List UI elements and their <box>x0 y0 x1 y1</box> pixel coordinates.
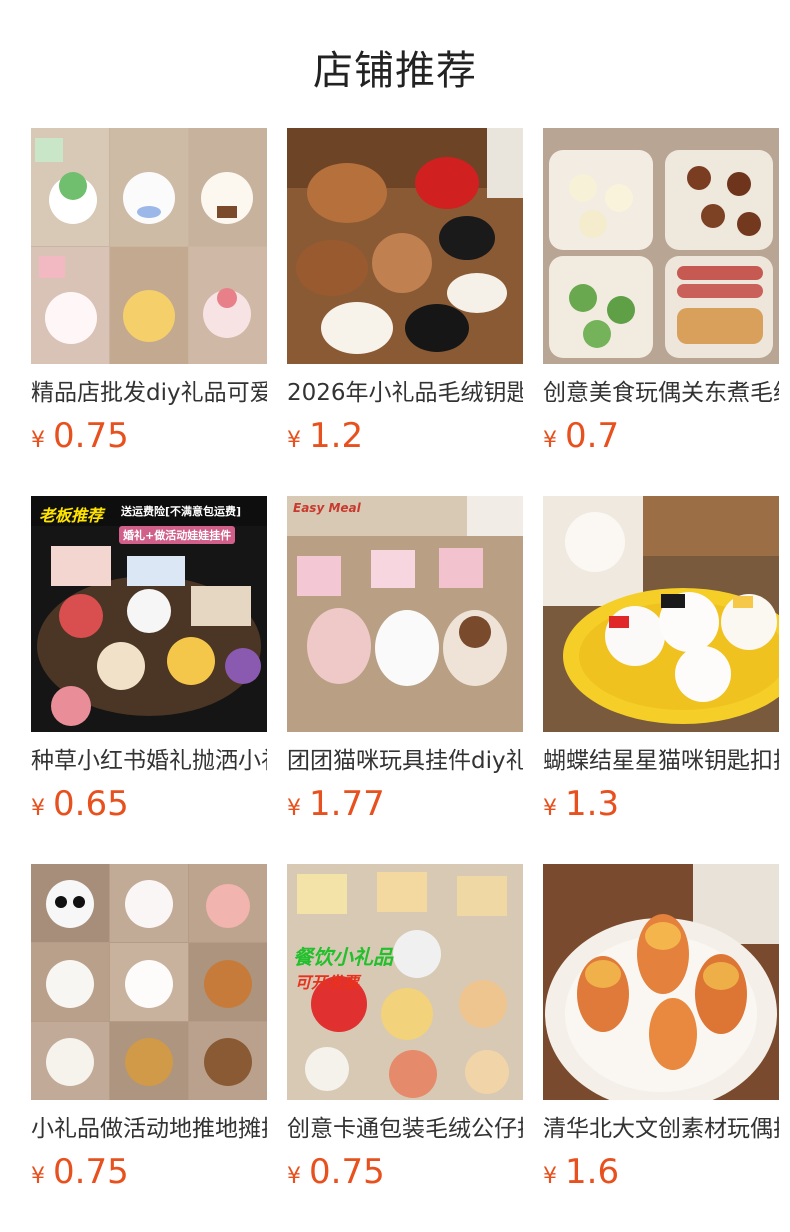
price-value: 0.75 <box>53 1152 129 1192</box>
product-name[interactable]: 2026年小礼品毛绒钥匙扣挂件 <box>287 378 523 408</box>
product-card[interactable]: 餐饮小礼品 可开发票 创意卡通包装毛绒公仔挂件 ¥0.75 <box>287 864 523 1232</box>
product-price: ¥0.75 <box>287 1152 523 1198</box>
product-name[interactable]: 清华北大文创素材玩偶挂件 <box>543 1114 779 1144</box>
product-price: ¥0.75 <box>31 416 267 462</box>
price-value: 0.7 <box>565 416 620 456</box>
product-image[interactable] <box>287 128 523 364</box>
price-value: 1.3 <box>565 784 620 824</box>
product-card[interactable]: 小礼品做活动地推地摊挂件 ¥0.75 <box>31 864 267 1232</box>
sign-text: Easy Meal <box>293 501 361 515</box>
product-price: ¥1.3 <box>543 784 779 830</box>
product-price: ¥1.2 <box>287 416 523 462</box>
product-image[interactable]: 老板推荐 送运费险[不满意包运费] 婚礼+做活动娃娃挂件 <box>31 496 267 732</box>
product-card[interactable]: 精品店批发diy礼品可爱毛绒挂件 ¥0.75 <box>31 128 267 496</box>
product-card[interactable]: 老板推荐 送运费险[不满意包运费] 婚礼+做活动娃娃挂件 种草小红书婚礼抛洒小礼… <box>31 496 267 864</box>
product-name[interactable]: 团团猫咪玩具挂件diy礼品 <box>287 746 523 776</box>
currency-symbol: ¥ <box>543 1164 557 1189</box>
currency-symbol: ¥ <box>31 428 45 453</box>
promo-badge-shipping-insurance: 送运费险[不满意包运费] <box>121 505 242 518</box>
promo-badge-wedding: 婚礼+做活动娃娃挂件 <box>119 526 236 544</box>
product-price: ¥0.65 <box>31 784 267 830</box>
price-value: 0.75 <box>309 1152 385 1192</box>
product-card[interactable]: Easy Meal 团团猫咪玩具挂件diy礼品 ¥1.77 <box>287 496 523 864</box>
product-name[interactable]: 蝴蝶结星星猫咪钥匙扣挂件 <box>543 746 779 776</box>
product-grid: 精品店批发diy礼品可爱毛绒挂件 ¥0.75 <box>31 128 779 1232</box>
price-value: 1.6 <box>565 1152 620 1192</box>
currency-symbol: ¥ <box>31 1164 45 1189</box>
product-price: ¥0.75 <box>31 1152 267 1198</box>
product-name[interactable]: 创意美食玩偶关东煮毛绒挂件 <box>543 378 779 408</box>
price-value: 1.77 <box>309 784 385 824</box>
currency-symbol: ¥ <box>31 796 45 821</box>
currency-symbol: ¥ <box>287 1164 301 1189</box>
product-price: ¥1.77 <box>287 784 523 830</box>
promo-badge-gift: 餐饮小礼品 <box>293 945 393 969</box>
product-card[interactable]: 创意美食玩偶关东煮毛绒挂件 ¥0.7 <box>543 128 779 496</box>
promo-badge-invoice: 可开发票 <box>295 973 360 992</box>
price-value: 0.75 <box>53 416 129 456</box>
product-card[interactable]: 2026年小礼品毛绒钥匙扣挂件 ¥1.2 <box>287 128 523 496</box>
promo-badge-boss-recommend: 老板推荐 <box>39 506 104 525</box>
product-image[interactable]: Easy Meal <box>287 496 523 732</box>
section-title: 店铺推荐 <box>313 48 477 94</box>
price-value: 0.65 <box>53 784 129 824</box>
product-name[interactable]: 小礼品做活动地推地摊挂件 <box>31 1114 267 1144</box>
product-card[interactable]: 蝴蝶结星星猫咪钥匙扣挂件 ¥1.3 <box>543 496 779 864</box>
product-image[interactable] <box>31 864 267 1100</box>
product-name[interactable]: 创意卡通包装毛绒公仔挂件 <box>287 1114 523 1144</box>
product-name[interactable]: 种草小红书婚礼抛洒小礼品挂件 <box>31 746 267 776</box>
store-recommendation-page: 店铺推荐 精品店批发diy礼品可爱 ¥ 0.75 2026年小礼品毛绒钥匙 ¥ … <box>0 0 790 1232</box>
currency-symbol: ¥ <box>287 428 301 453</box>
currency-symbol: ¥ <box>287 796 301 821</box>
price-value: 1.2 <box>309 416 364 456</box>
product-price: ¥1.6 <box>543 1152 779 1198</box>
product-image[interactable]: 餐饮小礼品 可开发票 <box>287 864 523 1100</box>
product-image[interactable] <box>543 496 779 732</box>
product-image[interactable] <box>543 128 779 364</box>
currency-symbol: ¥ <box>543 796 557 821</box>
currency-symbol: ¥ <box>543 428 557 453</box>
product-name[interactable]: 精品店批发diy礼品可爱毛绒挂件 <box>31 378 267 408</box>
product-image[interactable] <box>543 864 779 1100</box>
product-price: ¥0.7 <box>543 416 779 462</box>
product-card[interactable]: 清华北大文创素材玩偶挂件 ¥1.6 <box>543 864 779 1232</box>
product-image[interactable] <box>31 128 267 364</box>
